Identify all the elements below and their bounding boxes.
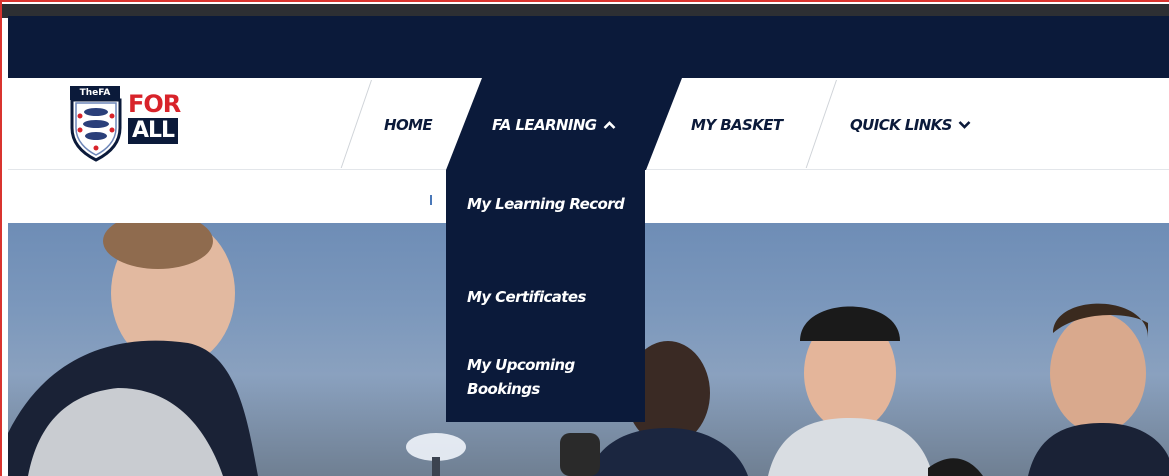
nav-quick-links[interactable]: QUICK LINKS xyxy=(850,116,971,134)
for-all-wordmark: FOR ALL xyxy=(128,92,192,144)
for-text: FOR xyxy=(128,90,181,118)
top-bar xyxy=(8,16,1169,78)
chevron-down-icon xyxy=(958,119,971,134)
nav-fa-learning[interactable]: FA LEARNING xyxy=(492,116,616,134)
chevron-up-icon xyxy=(603,119,616,134)
fa-for-all-logo[interactable]: TheFA FOR ALL xyxy=(68,86,198,166)
sub-nav-marker xyxy=(430,195,432,205)
dropdown-item-my-certificates[interactable]: My Certificates xyxy=(467,285,637,309)
nav-fa-learning-label: FA LEARNING xyxy=(492,116,597,134)
nav-my-basket[interactable]: MY BASKET xyxy=(691,116,783,134)
nav-home[interactable]: HOME xyxy=(384,116,433,134)
dropdown-item-my-upcoming-bookings[interactable]: My Upcoming Bookings xyxy=(467,353,637,401)
all-text: ALL xyxy=(128,118,179,144)
fa-learning-dropdown: My Learning Record My Certificates My Up… xyxy=(446,170,645,422)
nav-quick-links-label: QUICK LINKS xyxy=(850,116,952,134)
dropdown-item-my-learning-record[interactable]: My Learning Record xyxy=(467,192,637,216)
fa-crest-icon: TheFA xyxy=(68,86,124,162)
